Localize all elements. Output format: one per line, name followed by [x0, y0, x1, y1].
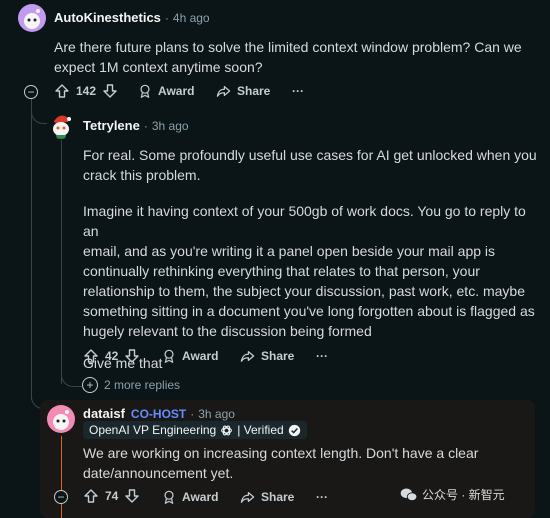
plus-icon: +: [82, 377, 98, 393]
username[interactable]: dataisf: [83, 406, 125, 421]
comment-line: Are there future plans to solve the limi…: [54, 39, 522, 55]
more-icon: ···: [316, 349, 328, 363]
cohost-badge: CO-HOST: [130, 407, 187, 421]
award-button[interactable]: Award: [162, 490, 218, 504]
vote-bar: 142: [54, 83, 118, 99]
more-replies-button[interactable]: + 2 more replies: [82, 377, 180, 393]
comment-line: crack this problem.: [83, 167, 201, 183]
avatar[interactable]: [47, 111, 75, 139]
award-label: Award: [158, 84, 195, 98]
award-label: Award: [182, 349, 219, 363]
upvote-icon[interactable]: [83, 348, 99, 364]
share-button[interactable]: Share: [216, 84, 270, 98]
comment-line: We are working on increasing context len…: [83, 445, 479, 461]
comment-line: For real. Some profoundly useful use cas…: [83, 147, 537, 163]
watermark-text: 公众号 · 新智元: [422, 488, 505, 502]
username[interactable]: AutoKinesthetics: [54, 10, 161, 25]
vote-bar: 74: [83, 488, 140, 504]
more-options-button[interactable]: ···: [316, 490, 328, 504]
avatar[interactable]: [18, 4, 46, 32]
comment-line: something sitting in a document you've l…: [83, 303, 535, 319]
comment-line: relationship to them, the subject your d…: [83, 283, 525, 299]
comment-body: Are there future plans to solve the limi…: [54, 37, 544, 77]
share-label: Share: [237, 84, 271, 98]
comment-line: continually rethinking everything that r…: [83, 263, 480, 279]
award-icon: [164, 349, 174, 363]
flair-verified-text: | Verified: [237, 423, 284, 437]
upvote-icon[interactable]: [83, 488, 99, 504]
username[interactable]: Tetrylene: [83, 118, 140, 133]
share-button[interactable]: Share: [240, 490, 294, 504]
share-label: Share: [261, 490, 295, 504]
comment-line: date/announcement yet.: [83, 465, 234, 481]
snoo-avatar-icon: [53, 115, 71, 139]
openai-logo-icon: [221, 425, 233, 435]
share-icon: [216, 86, 231, 97]
thread-line-2: [61, 140, 62, 384]
comment-line: expect 1M context anytime soon?: [54, 59, 263, 75]
downvote-icon[interactable]: [102, 83, 118, 99]
upvote-icon[interactable]: [54, 83, 70, 99]
thread-line-1: [31, 100, 32, 400]
share-label: Share: [261, 349, 295, 363]
vote-bar: 42: [83, 348, 140, 364]
separator-dot: ·: [164, 11, 169, 25]
vote-count: 142: [76, 84, 97, 98]
share-icon: [240, 492, 255, 503]
timestamp[interactable]: 4h ago: [173, 11, 210, 25]
award-button[interactable]: Award: [162, 349, 218, 363]
wechat-icon: [400, 487, 418, 501]
comment-line: email, and as you're writing it a panel …: [83, 243, 496, 259]
more-replies-label: 2 more replies: [104, 378, 181, 392]
thread-line-orange: [61, 436, 62, 518]
timestamp[interactable]: 3h ago: [152, 119, 189, 133]
more-options-button[interactable]: ···: [292, 84, 304, 98]
user-flair: OpenAI VP Engineering | Verified: [83, 421, 307, 439]
separator-dot: ·: [190, 407, 195, 421]
verified-check-icon: [288, 424, 300, 436]
award-label: Award: [182, 490, 219, 504]
flair-text: OpenAI VP Engineering: [89, 423, 217, 437]
watermark: 公众号 · 新智元: [400, 486, 505, 503]
award-icon: [140, 84, 150, 98]
more-icon: ···: [316, 490, 328, 504]
vote-count: 74: [105, 489, 119, 503]
snoo-avatar-icon: [24, 9, 40, 29]
downvote-icon[interactable]: [124, 488, 140, 504]
comment-body: We are working on increasing context len…: [83, 443, 523, 483]
more-options-button[interactable]: ···: [316, 349, 328, 363]
comment-line: hugely relevant to the discussion being …: [83, 323, 372, 339]
downvote-icon[interactable]: [124, 348, 140, 364]
award-icon: [164, 490, 174, 504]
collapse-thread-button[interactable]: −: [54, 490, 68, 504]
thread-curve-3: [61, 364, 82, 387]
award-button[interactable]: Award: [138, 84, 194, 98]
vote-count: 42: [105, 349, 119, 363]
thread-curve-2: [31, 95, 48, 124]
timestamp[interactable]: 3h ago: [198, 407, 235, 421]
comment-line: Give me that: [83, 355, 163, 371]
collapse-thread-button[interactable]: −: [24, 85, 38, 99]
share-button[interactable]: Share: [240, 349, 294, 363]
snoo-avatar-icon: [53, 410, 69, 430]
comment-line: Imagine it having context of your 500gb …: [83, 203, 526, 239]
separator-dot: ·: [143, 119, 148, 133]
comment-body: For real. Some profoundly useful use cas…: [83, 145, 543, 373]
share-icon: [240, 351, 255, 362]
more-icon: ···: [292, 84, 304, 98]
avatar[interactable]: [47, 405, 75, 433]
